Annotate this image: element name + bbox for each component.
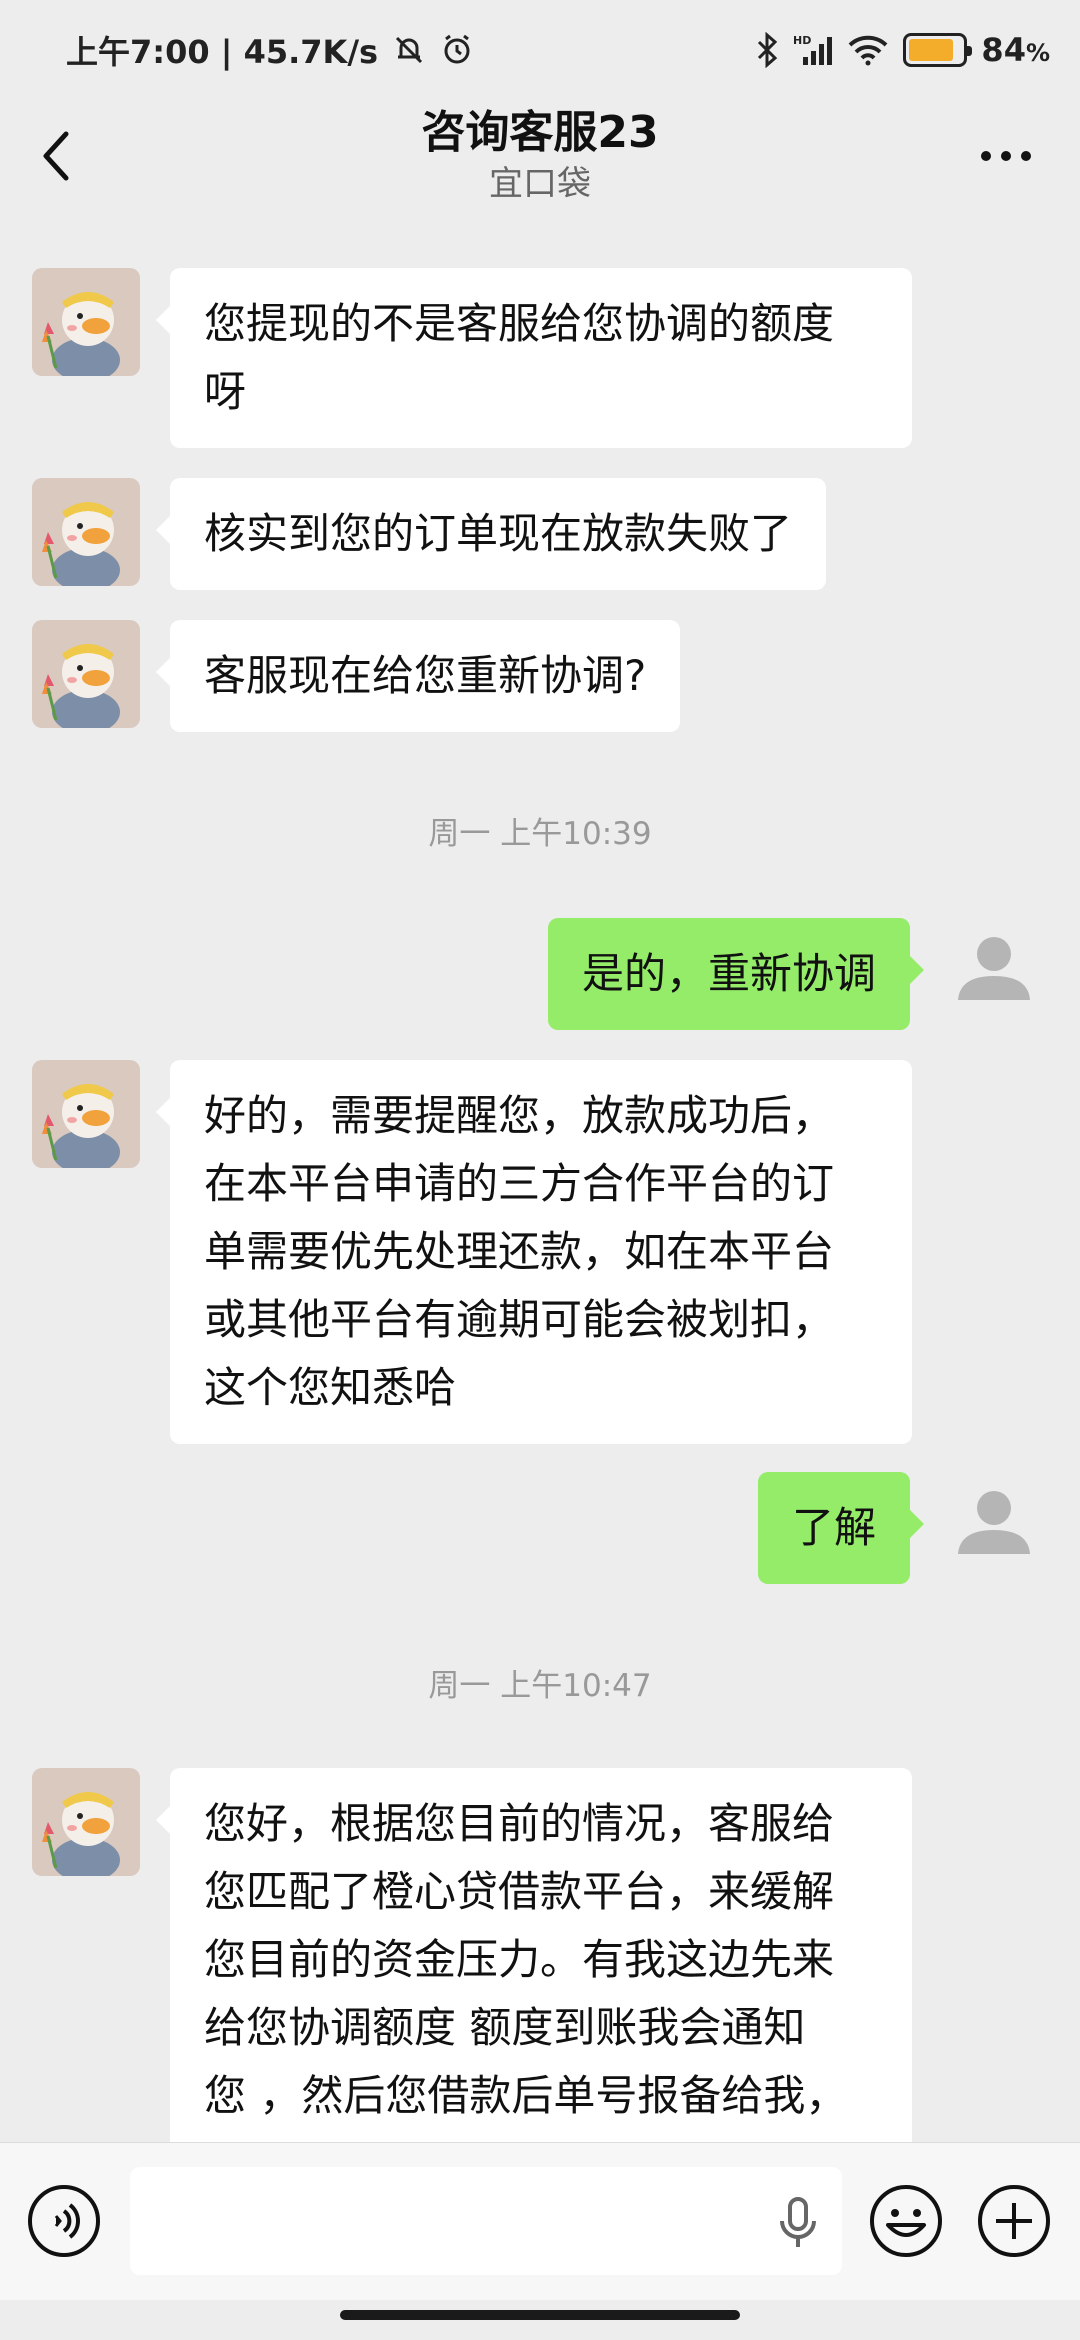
microphone-button[interactable] <box>776 2195 820 2255</box>
bluetooth-icon <box>755 32 779 68</box>
avatar[interactable] <box>32 620 140 728</box>
battery-fill <box>909 39 954 61</box>
duck-avatar-icon <box>32 268 140 376</box>
duck-avatar-icon <box>32 1768 140 1876</box>
message-bubble[interactable]: 您提现的不是客服给您协调的额度 呀 <box>156 268 912 448</box>
timestamp: 周一 上午10:39 <box>428 816 652 852</box>
message-line: 您 ，然后您借款后单号报备给我， <box>204 2071 848 2120</box>
input-bar <box>0 2142 1080 2300</box>
signal-icon: HD <box>793 33 833 67</box>
message-line: 是的，重新协调 <box>581 949 876 998</box>
microphone-icon <box>780 2197 816 2247</box>
wifi-icon <box>847 34 889 66</box>
message-line: 核实到您的订单现在放款失败了 <box>204 509 793 558</box>
message-line: 呀 <box>204 367 247 416</box>
chat-header: 咨询客服23 宜口袋 <box>0 100 1080 212</box>
default-user-icon <box>940 1472 1048 1580</box>
message-line: 好的，需要提醒您，放款成功后， <box>204 1091 835 1140</box>
duck-avatar-icon <box>32 478 140 586</box>
message-line: 您匹配了橙心贷借款平台，来缓解 <box>204 1867 835 1916</box>
alarm-icon <box>440 33 474 67</box>
chat-subtitle: 宜口袋 <box>488 164 591 204</box>
message-bubble[interactable]: 了解 <box>757 1472 925 1584</box>
battery-icon <box>903 33 973 67</box>
message-line: 给您协调额度 额度到账我会通知 <box>204 2003 806 2052</box>
avatar[interactable] <box>32 1768 140 1876</box>
plus-icon <box>978 2185 1050 2257</box>
message-bubble[interactable]: 好的，需要提醒您，放款成功后， 在本平台申请的三方合作平台的订 单需要优先处理还… <box>156 1060 912 1444</box>
message-line: 单需要优先处理还款，如在本平台 <box>204 1227 835 1276</box>
timestamp: 周一 上午10:47 <box>428 1668 652 1704</box>
status-bar: 上午7:00 | 45.7K/s HD 84% <box>0 0 1080 100</box>
message-bubble[interactable]: 您好，根据您目前的情况，客服给 您匹配了橙心贷借款平台，来缓解 您目前的资金压力… <box>156 1768 912 2142</box>
chat-title: 咨询客服23 <box>421 107 659 158</box>
home-indicator[interactable] <box>340 2310 740 2320</box>
message-bubble[interactable]: 是的，重新协调 <box>547 918 925 1030</box>
emoji-icon <box>870 2185 942 2257</box>
duck-avatar-icon <box>32 620 140 728</box>
plus-button[interactable] <box>976 2183 1052 2259</box>
svg-text:HD: HD <box>793 34 811 47</box>
message-bubble[interactable]: 核实到您的订单现在放款失败了 <box>155 478 827 590</box>
status-time: 上午7:00 | 45.7K/s <box>66 33 379 71</box>
message-input[interactable] <box>130 2167 842 2275</box>
voice-icon <box>28 2185 100 2257</box>
message-line: 在本平台申请的三方合作平台的订 <box>204 1159 835 1208</box>
message-line: 了解 <box>791 1503 876 1552</box>
message-line: 或其他平台有逾期可能会被划扣， <box>204 1295 835 1344</box>
avatar[interactable] <box>32 1060 140 1168</box>
duck-avatar-icon <box>32 1060 140 1168</box>
message-line: 这个您知悉哈 <box>204 1363 457 1412</box>
message-line: 您好，根据您目前的情况，客服给 <box>204 1799 835 1848</box>
message-line: 您提现的不是客服给您协调的额度 <box>204 299 835 348</box>
message-list[interactable]: 您提现的不是客服给您协调的额度 呀 核实到您的订单现在放款失败了 客服现在给您重… <box>0 212 1080 2142</box>
avatar[interactable] <box>32 268 140 376</box>
avatar[interactable] <box>940 918 1048 1026</box>
avatar[interactable] <box>32 478 140 586</box>
back-button[interactable] <box>36 124 92 188</box>
more-button[interactable] <box>976 124 1036 188</box>
default-user-icon <box>940 918 1048 1026</box>
message-line: 您目前的资金压力。有我这边先来 <box>204 1935 835 1984</box>
message-bubble[interactable]: 客服现在给您重新协调? <box>155 620 681 732</box>
chevron-left-icon <box>43 131 69 181</box>
more-icon <box>981 151 1031 161</box>
voice-button[interactable] <box>26 2183 102 2259</box>
emoji-button[interactable] <box>868 2183 944 2259</box>
battery-percent: 84% <box>981 31 1050 69</box>
message-line: 客服现在给您重新协调? <box>204 651 647 700</box>
avatar[interactable] <box>940 1472 1048 1580</box>
bell-muted-icon <box>392 33 426 67</box>
